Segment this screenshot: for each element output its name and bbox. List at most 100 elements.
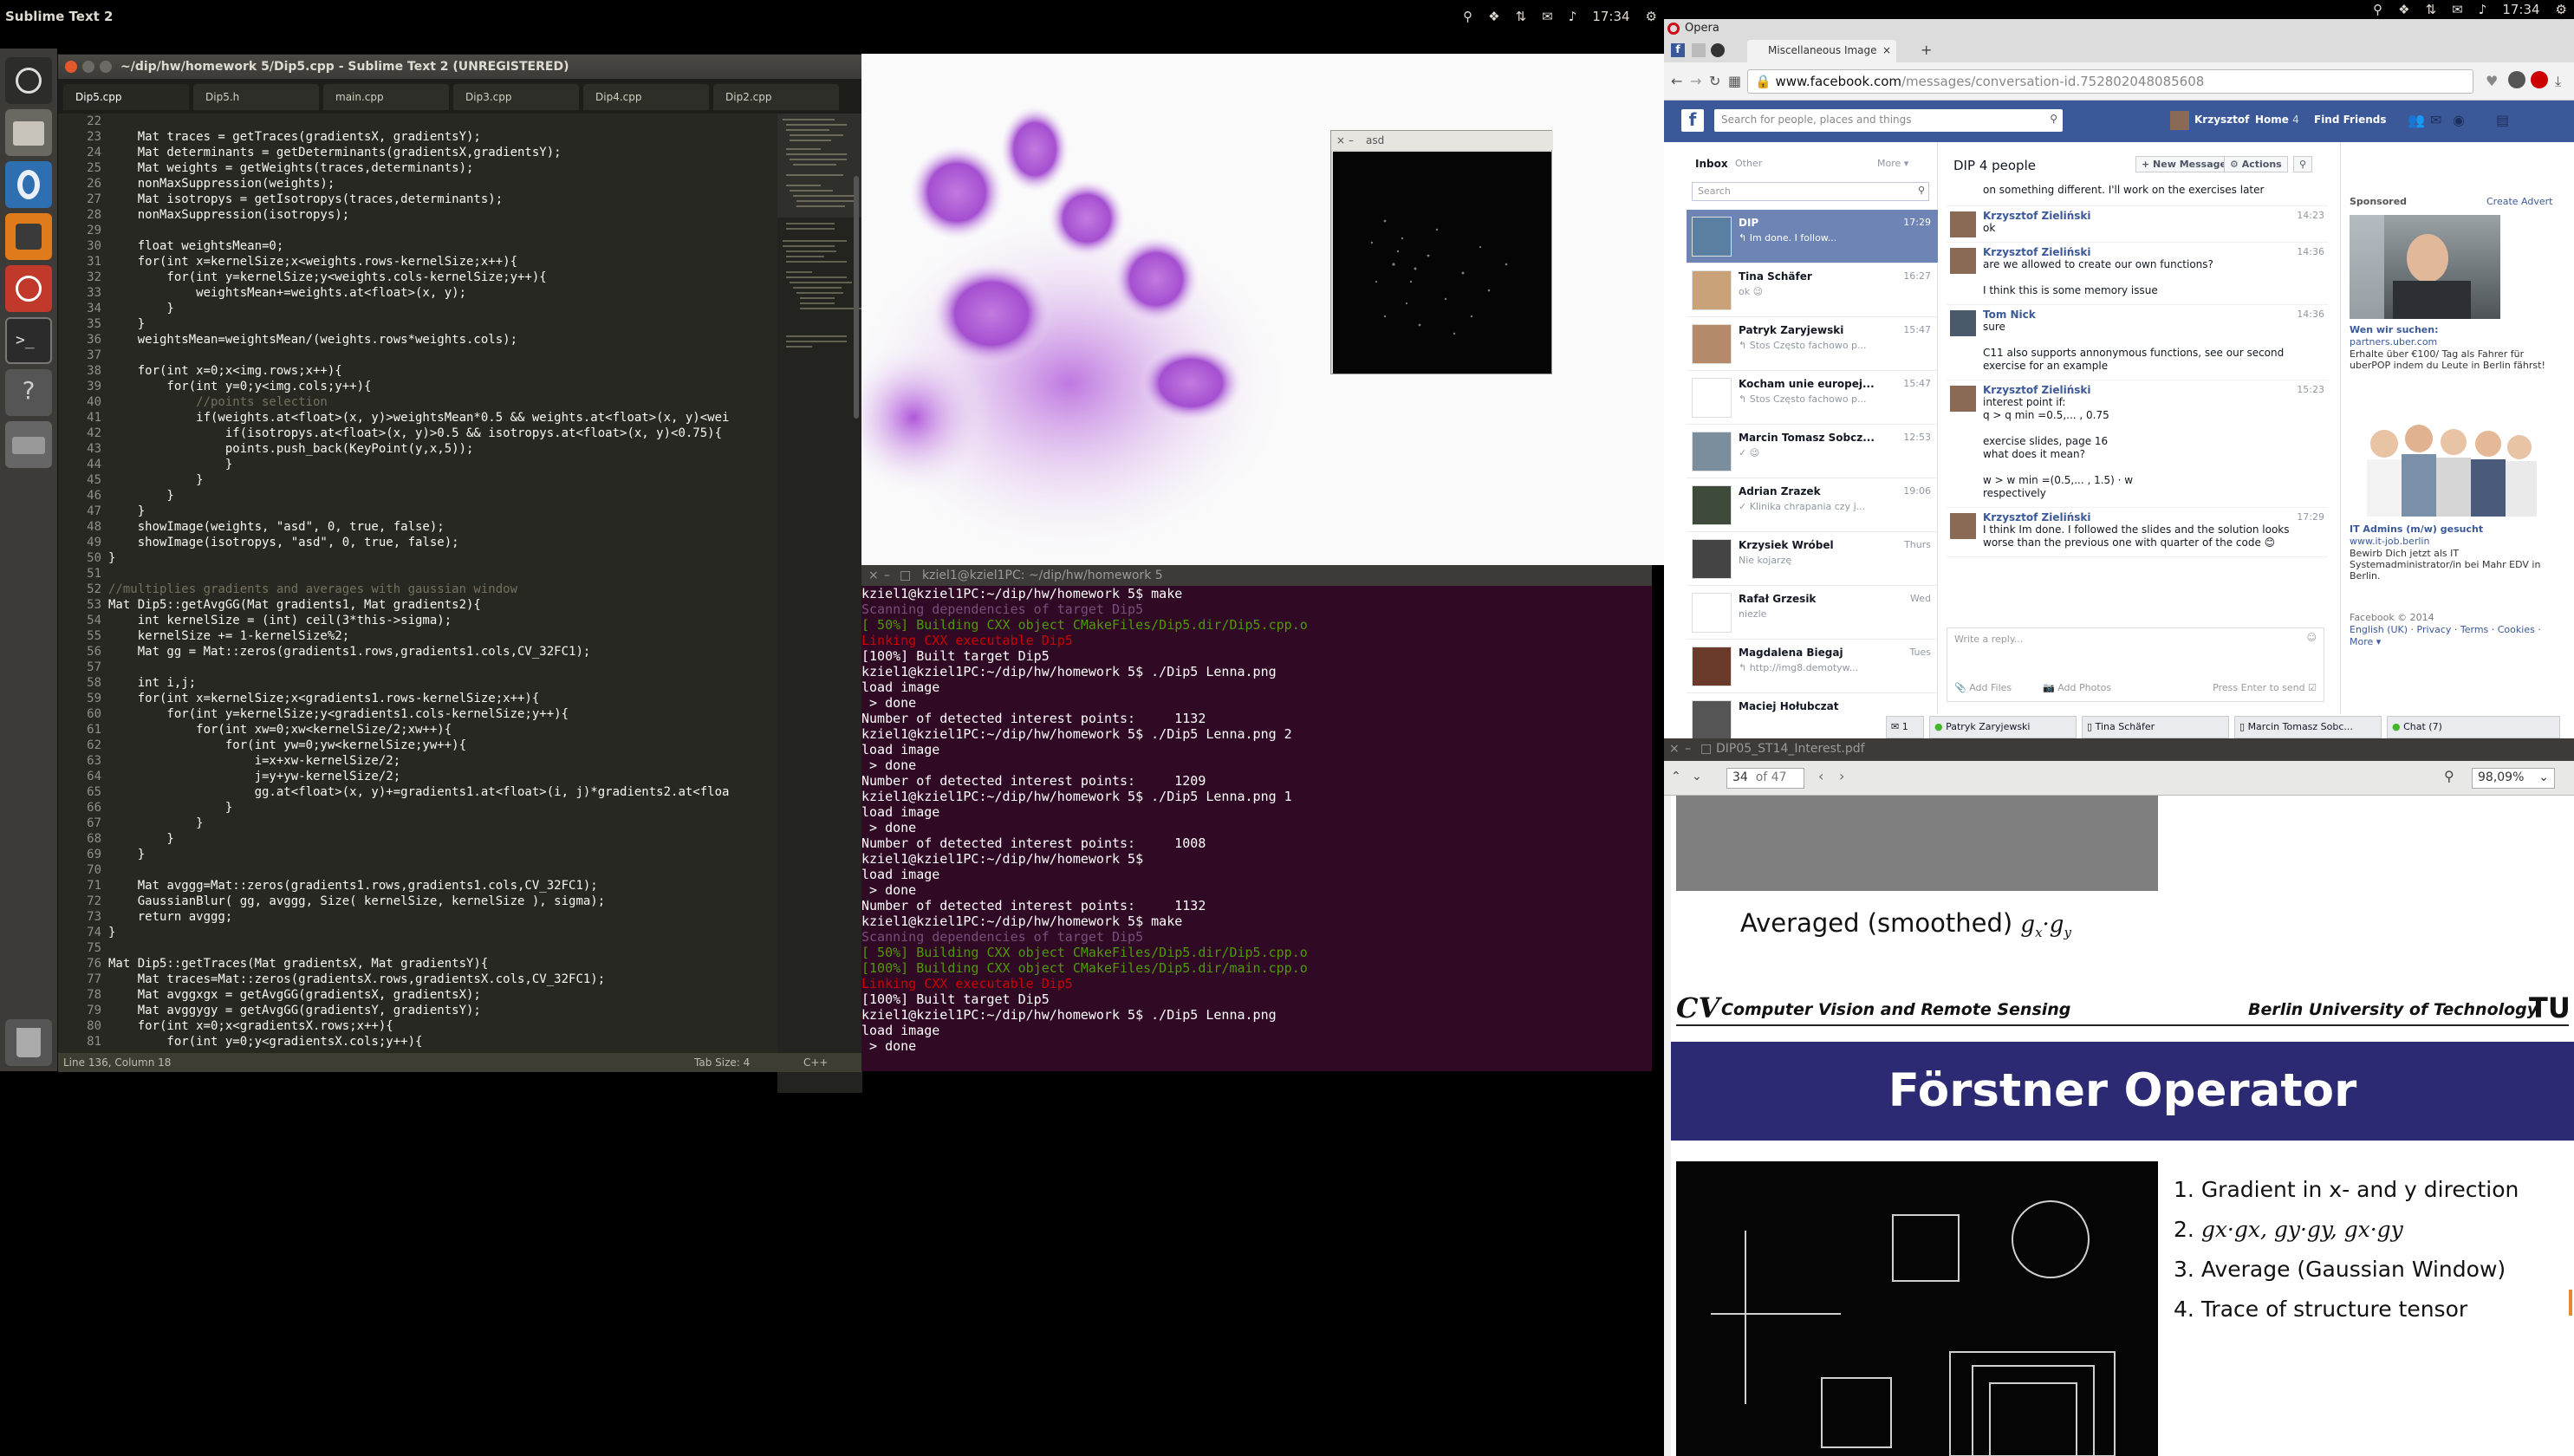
ad1-title[interactable]: Wen wir suchen: — [2350, 324, 2438, 335]
syntax-label[interactable]: C++ — [803, 1056, 829, 1069]
inbox-tab[interactable]: Inbox — [1695, 158, 1728, 170]
message-sender[interactable]: Krzysztof Zieliński — [1983, 246, 2328, 258]
thread-item[interactable]: Rafał Grzesik niezle Wed — [1687, 586, 1938, 640]
chat-sidebar-toggle[interactable]: ● Chat (7) — [2387, 716, 2560, 738]
facebook-logo-icon[interactable]: f — [1681, 109, 1704, 132]
minimize-icon[interactable]: – — [1349, 134, 1354, 146]
create-advert-link[interactable]: Create Advert — [2486, 196, 2552, 207]
reply-box[interactable]: Write a reply... ☺ 📎 Add Files 📷 Add Pho… — [1947, 627, 2324, 702]
back-icon[interactable]: ← — [1671, 73, 1682, 89]
emoji-icon[interactable]: ☺ — [2307, 632, 2317, 643]
ad1-image[interactable] — [2350, 215, 2500, 319]
new-message-button[interactable]: + New Message — [2135, 156, 2233, 172]
facebook-search-input[interactable]: Search for people, places and things ⚲ — [1714, 109, 2063, 132]
dropbox-icon[interactable]: ❖ — [1488, 9, 1499, 24]
extension-icon[interactable] — [2531, 71, 2548, 88]
minimap[interactable] — [777, 114, 862, 1093]
thread-item[interactable]: Kocham unie europej... ↰ Stos Często fach… — [1687, 371, 1938, 425]
maximize-icon[interactable]: □ — [900, 569, 911, 582]
minimize-icon[interactable]: – — [884, 569, 890, 582]
messages-icon[interactable]: ✉ — [2430, 112, 2441, 128]
close-icon[interactable] — [65, 61, 77, 73]
notifications-icon[interactable]: ◉ — [2453, 112, 2465, 128]
thread-item[interactable]: Krzysiek Wróbel Nie kojarzę Thurs — [1687, 532, 1938, 586]
network-icon[interactable]: ⇅ — [1516, 9, 1527, 24]
avatar[interactable] — [1950, 211, 1976, 237]
press-enter-toggle[interactable]: Press Enter to send ☑ — [2213, 682, 2317, 693]
chat-tab-marcin[interactable]: ▯ Marcin Tomasz Sobc... — [2234, 716, 2382, 738]
avatar[interactable] — [2170, 111, 2189, 130]
trash-icon[interactable] — [5, 1019, 52, 1066]
more-dropdown[interactable]: More ▾ — [1877, 158, 1908, 169]
network-icon[interactable]: ⇅ — [2426, 2, 2437, 17]
thread-item[interactable]: Marcin Tomasz Sobcz... ✓ 😉 12:53 — [1687, 425, 1938, 478]
tab-dip5-h[interactable]: Dip5.h — [193, 84, 319, 110]
address-bar[interactable]: 🔒 www.facebook.com/messages/conversation… — [1747, 69, 2473, 94]
forward-icon[interactable]: › — [1839, 768, 1844, 784]
message-sender[interactable]: Krzysztof Zieliński — [1983, 384, 2328, 396]
message-sender[interactable]: Krzysztof Zieliński — [1983, 511, 2328, 523]
clock[interactable]: 17:34 — [1592, 9, 1629, 24]
tab-size[interactable]: Tab Size: 4 — [694, 1056, 750, 1069]
find-friends-link[interactable]: Find Friends — [2314, 114, 2387, 126]
pinned-tab-icon[interactable] — [1692, 43, 1706, 57]
tab-main-cpp[interactable]: main.cpp — [323, 84, 449, 110]
ad1-site[interactable]: partners.uber.com — [2350, 336, 2437, 348]
search-icon[interactable]: ⚲ — [2050, 113, 2057, 125]
speed-dial-icon[interactable]: ▦ — [1728, 73, 1741, 89]
footer-links[interactable]: English (UK) · Privacy · Terms · Cookies… — [2350, 624, 2541, 635]
message-sender[interactable]: Krzysztof Zieliński — [1983, 210, 2328, 222]
friend-requests-icon[interactable]: 👥 — [2408, 112, 2425, 128]
code-editor[interactable]: 22 23 Mat traces = getTraces(gradientsX, … — [58, 114, 777, 1093]
mail-icon[interactable]: ✉ — [1542, 9, 1553, 24]
reload-icon[interactable]: ↻ — [1709, 73, 1720, 89]
footer-more[interactable]: More ▾ — [2350, 636, 2381, 647]
maximize-icon[interactable] — [100, 61, 112, 73]
drive-icon[interactable] — [5, 421, 52, 468]
home-link[interactable]: Home 4 — [2255, 114, 2299, 126]
next-page-icon[interactable]: ⌄ — [1692, 770, 1702, 783]
thread-search-input[interactable]: Search ⚲ — [1692, 182, 1929, 201]
download-icon[interactable]: ⤓ — [2555, 73, 2561, 90]
vertical-scrollbar[interactable] — [854, 176, 859, 419]
message-sender[interactable]: Tom Nick — [1983, 309, 2328, 321]
close-icon[interactable]: × — [868, 569, 879, 582]
tab-miscellaneous-image[interactable]: Miscellaneous Image × — [1747, 40, 1896, 62]
new-tab-icon[interactable]: + — [1921, 42, 1932, 58]
github-tab-icon[interactable] — [1711, 43, 1725, 57]
ad2-site[interactable]: www.it-job.berlin — [2350, 536, 2429, 547]
dash-home-icon[interactable] — [5, 57, 52, 104]
thread-item[interactable]: Tina Schäfer ok 😉 16:27 — [1687, 263, 1938, 317]
tab-dip2-cpp[interactable]: Dip2.cpp — [713, 84, 839, 110]
location-icon[interactable]: ⚲ — [1463, 9, 1472, 24]
back-icon[interactable]: ‹ — [1818, 768, 1823, 784]
forward-icon[interactable]: → — [1690, 73, 1701, 89]
tab-dip5-cpp[interactable]: Dip5.cpp — [63, 84, 189, 110]
zoom-select[interactable]: 98,09% ⌄ — [2472, 768, 2555, 789]
page-number-input[interactable]: 34 of 47 — [1726, 768, 1804, 789]
sublime-icon[interactable] — [5, 213, 52, 260]
volume-icon[interactable]: ♪ — [2479, 2, 2487, 17]
close-icon[interactable]: × — [1336, 134, 1345, 146]
files-icon[interactable] — [5, 109, 52, 156]
ad2-image[interactable] — [2350, 413, 2537, 517]
volume-icon[interactable]: ♪ — [1569, 9, 1577, 24]
avatar[interactable] — [1950, 248, 1976, 274]
avatar[interactable] — [1950, 310, 1976, 336]
add-files-button[interactable]: 📎 Add Files — [1954, 682, 2012, 693]
thread-item[interactable]: Patryk Zaryjewski ↰ Stos Często fachowo p… — [1687, 317, 1938, 371]
pdf-page[interactable]: Averaged (smoothed) gx·gy CV Computer Vi… — [1671, 796, 2574, 1456]
search-icon[interactable]: ⚲ — [2444, 768, 2454, 784]
opera-menu-icon[interactable] — [2508, 71, 2525, 88]
facebook-tab-icon[interactable]: f — [1671, 43, 1685, 57]
thread-item[interactable]: Adrian Zrazek ✓ Klinika chrapania czy j..… — [1687, 478, 1938, 532]
opera-icon[interactable] — [5, 161, 52, 208]
tab-dip4-cpp[interactable]: Dip4.cpp — [583, 84, 709, 110]
previous-page-icon[interactable]: ⌃ — [1671, 770, 1681, 783]
avatar[interactable] — [1950, 513, 1976, 539]
clock[interactable]: 17:34 — [2502, 2, 2539, 17]
minimize-icon[interactable] — [82, 61, 94, 73]
add-photos-button[interactable]: 📷 Add Photos — [2043, 682, 2111, 693]
search-conversation-icon[interactable]: ⚲ — [2293, 156, 2313, 172]
other-tab[interactable]: Other — [1735, 158, 1762, 169]
